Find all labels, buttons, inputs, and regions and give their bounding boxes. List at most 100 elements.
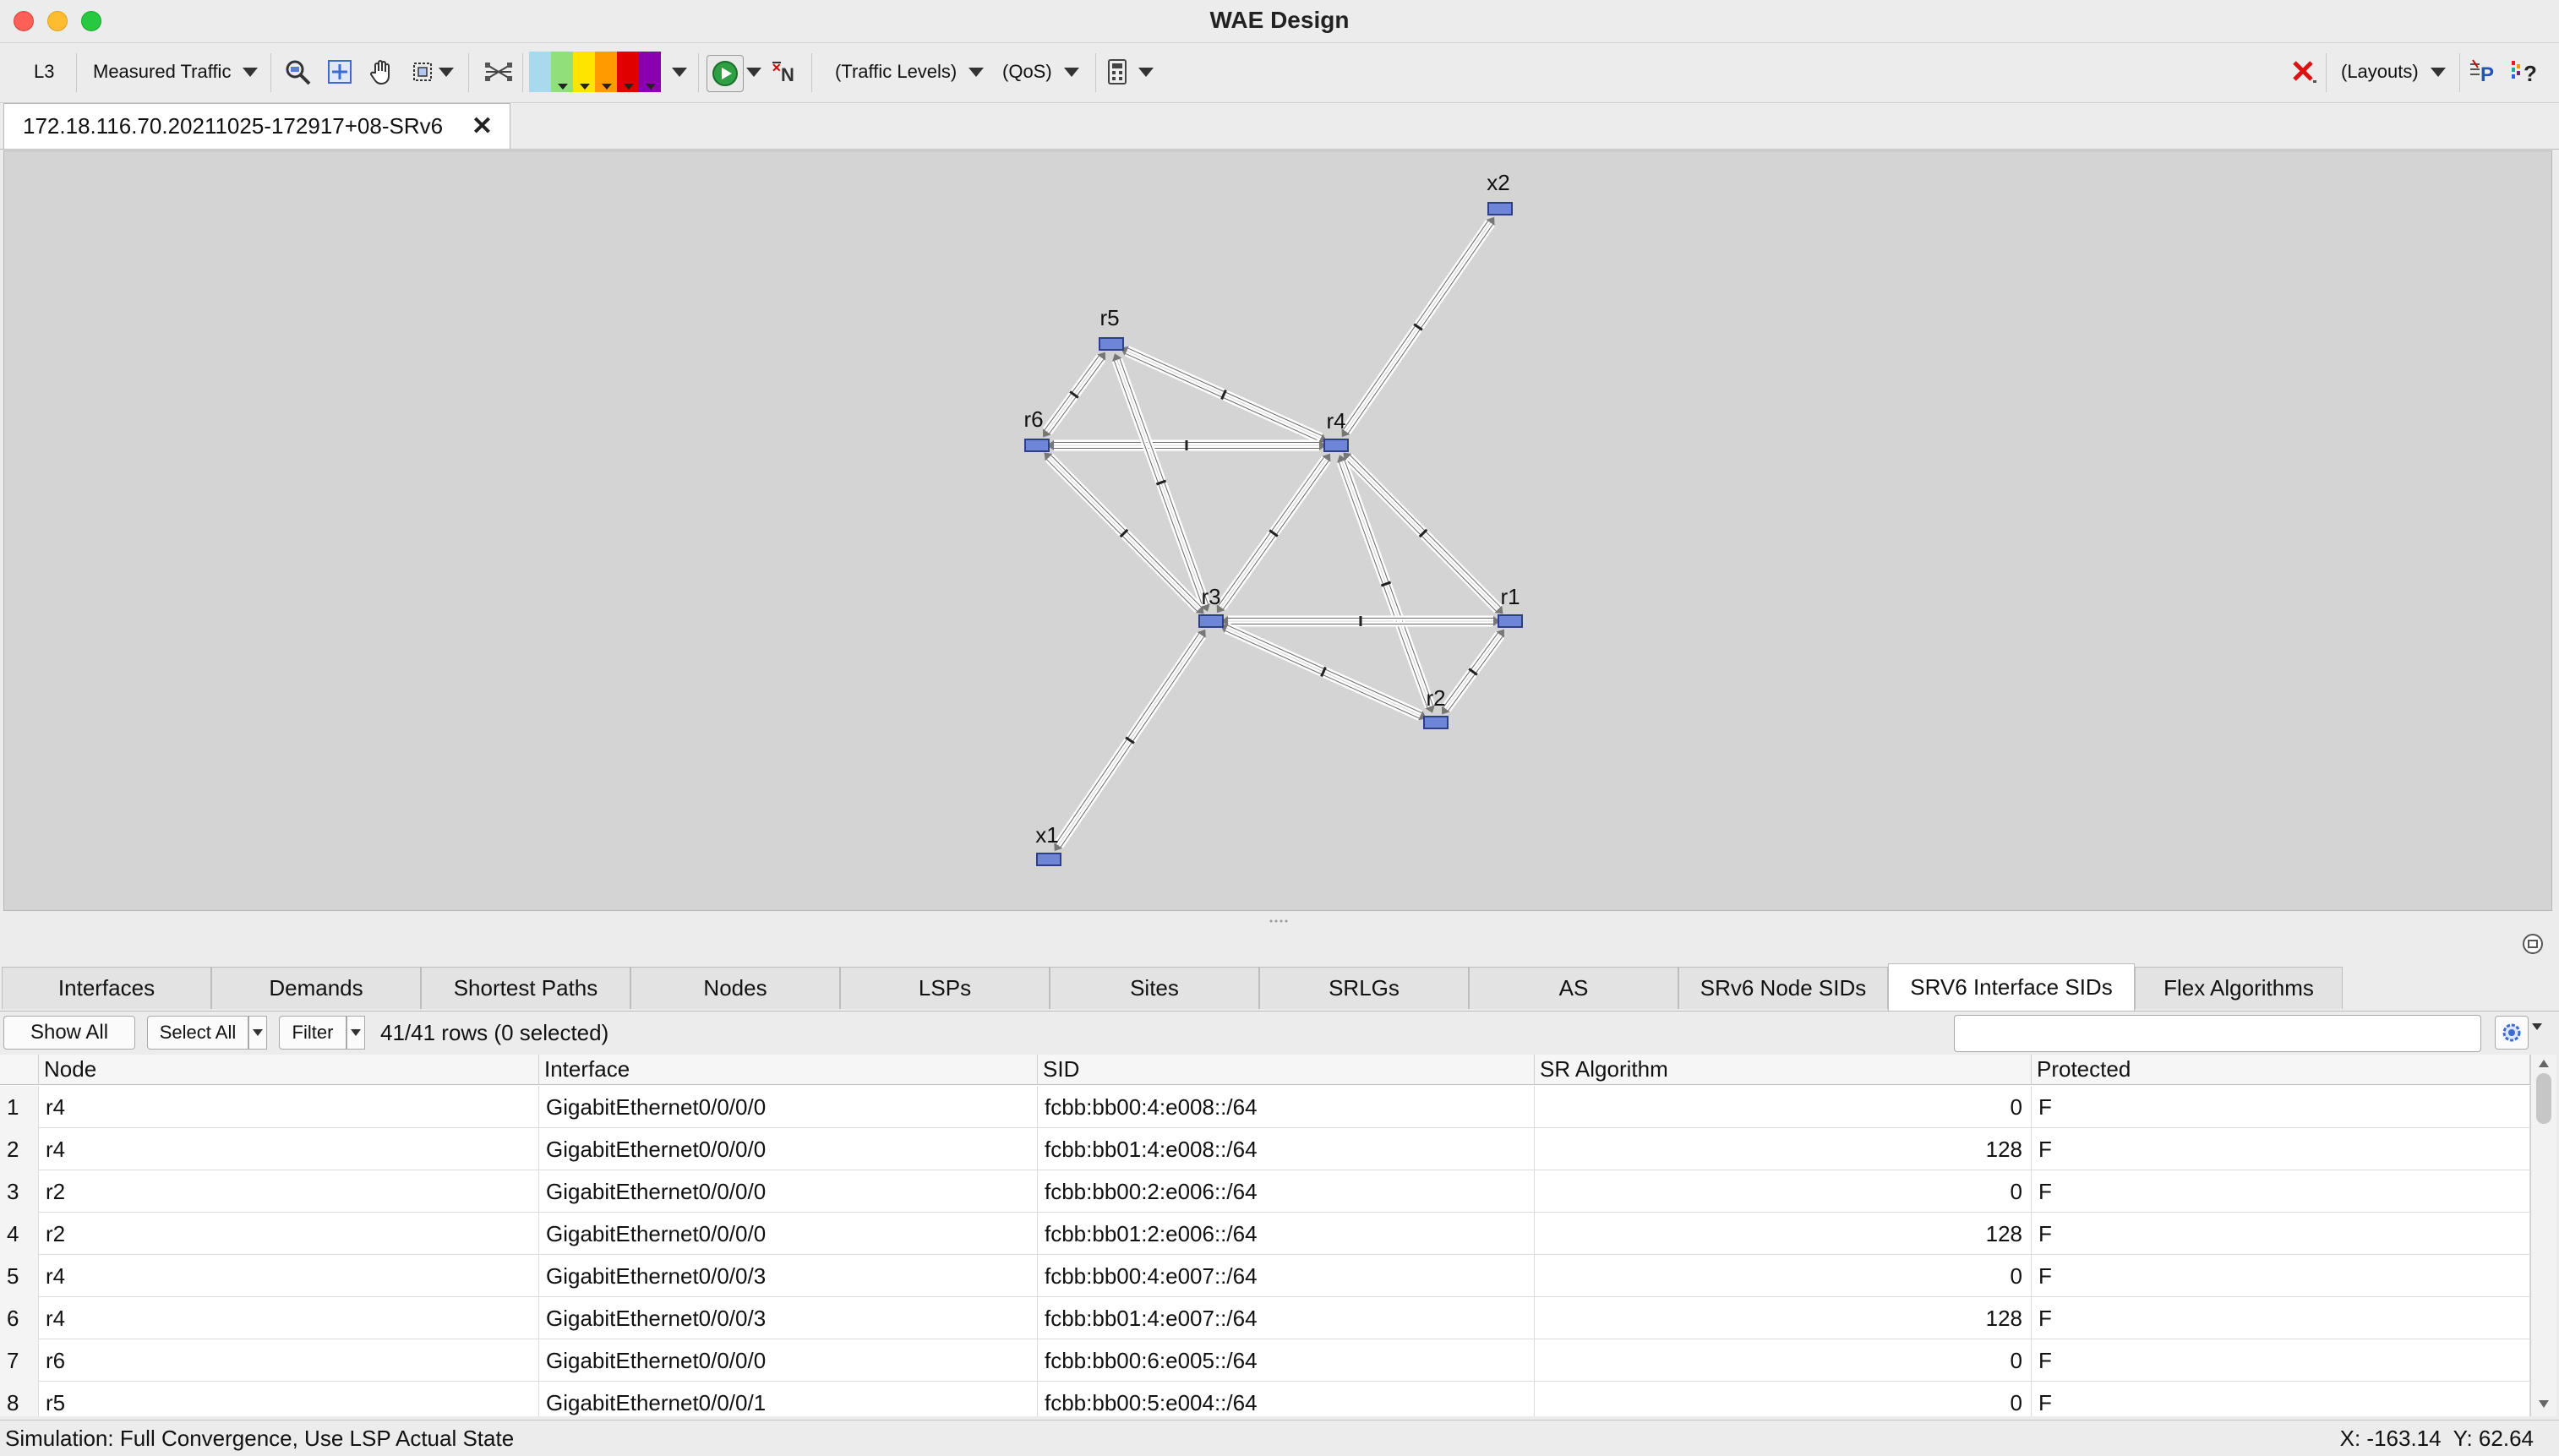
node-x2[interactable]: x2 xyxy=(1487,170,1513,215)
toolbar-divider xyxy=(522,53,523,92)
select-all-button[interactable]: Select All xyxy=(147,1016,248,1050)
help-icon[interactable]: ? xyxy=(2508,55,2542,89)
table-settings-button[interactable] xyxy=(2495,1016,2529,1050)
cell-interface: GigabitEthernet0/0/0/0 xyxy=(539,1339,1038,1382)
tab-label: SRLGs xyxy=(1329,975,1400,1001)
node-x1[interactable]: x1 xyxy=(1035,822,1061,866)
table-row[interactable]: 4 r2 GigabitEthernet0/0/0/0 fcbb:bb01:2:… xyxy=(0,1213,2530,1255)
tab-as[interactable]: AS xyxy=(1469,967,1678,1009)
table-row[interactable]: 8 r5 GigabitEthernet0/0/0/1 fcbb:bb00:5:… xyxy=(0,1382,2530,1416)
table-settings-dropdown[interactable] xyxy=(2532,1023,2542,1030)
table-row[interactable]: 7 r6 GigabitEthernet0/0/0/0 fcbb:bb00:6:… xyxy=(0,1339,2530,1382)
filter-button[interactable]: Filter xyxy=(279,1016,346,1050)
tab-flex-algorithms[interactable]: Flex Algorithms xyxy=(2135,967,2343,1009)
topology-link[interactable] xyxy=(1341,216,1495,438)
color-swatch[interactable] xyxy=(529,52,551,92)
node-r5[interactable]: r5 xyxy=(1099,305,1124,351)
document-tab-label: 172.18.116.70.20211025-172917+08-SRv6 xyxy=(23,113,444,139)
chevron-down-icon xyxy=(672,67,687,77)
column-header-label: Protected xyxy=(2037,1056,2131,1082)
clear-failures-icon[interactable] xyxy=(2287,55,2321,89)
tab-sites[interactable]: Sites xyxy=(1050,967,1259,1009)
column-header-sr-algorithm[interactable]: SR Algorithm xyxy=(1535,1055,2032,1085)
table-row[interactable]: 3 r2 GigabitEthernet0/0/0/0 fcbb:bb00:2:… xyxy=(0,1170,2530,1213)
failure-n-icon[interactable]: ✕ N xyxy=(769,55,803,89)
cell-sid: fcbb:bb00:4:e008::/64 xyxy=(1038,1086,1535,1128)
qos-dropdown[interactable]: (QoS) xyxy=(1002,57,1079,87)
tab-nodes[interactable]: Nodes xyxy=(630,967,840,1009)
cell-node: r6 xyxy=(39,1339,539,1382)
topology-link[interactable] xyxy=(1047,439,1326,451)
cell-sid: fcbb:bb01:2:e006::/64 xyxy=(1038,1213,1535,1255)
topology-link[interactable] xyxy=(1216,453,1331,613)
column-header-protected[interactable]: Protected xyxy=(2032,1055,2530,1085)
tab-interfaces[interactable]: Interfaces xyxy=(2,967,211,1009)
topology-link[interactable] xyxy=(1053,629,1207,852)
tab-label: AS xyxy=(1558,975,1589,1001)
chevron-down-icon xyxy=(746,67,761,77)
topology-link[interactable] xyxy=(1120,346,1328,444)
color-swatches xyxy=(529,52,661,92)
table-row[interactable]: 5 r4 GigabitEthernet0/0/0/3 fcbb:bb00:4:… xyxy=(0,1255,2530,1297)
table-vertical-scrollbar[interactable] xyxy=(2530,1055,2556,1416)
topology-link[interactable] xyxy=(1219,623,1427,721)
select-tool-dropdown[interactable] xyxy=(436,55,456,89)
node-label: x1 xyxy=(1035,822,1058,848)
show-all-button[interactable]: Show All xyxy=(3,1016,135,1050)
close-tab-icon[interactable]: ✕ xyxy=(472,114,493,139)
tab-srv6-interface-sids[interactable]: SRV6 Interface SIDs xyxy=(1888,963,2135,1011)
traffic-dropdown[interactable]: Measured Traffic xyxy=(93,57,259,87)
pan-hand-icon[interactable] xyxy=(365,55,399,89)
topology-link[interactable] xyxy=(1441,629,1505,715)
tab-srlgs[interactable]: SRLGs xyxy=(1259,967,1469,1009)
filter-dropdown[interactable] xyxy=(346,1016,365,1050)
column-header-interface[interactable]: Interface xyxy=(539,1055,1038,1085)
table-tabs: Interfaces Demands Shortest Paths Nodes … xyxy=(0,963,2559,1011)
select-all-dropdown[interactable] xyxy=(248,1016,267,1050)
pane-splitter[interactable] xyxy=(0,913,2559,954)
column-header-node[interactable]: Node xyxy=(39,1055,539,1085)
utilization-color-palette[interactable] xyxy=(529,52,663,92)
scrollbar-thumb[interactable] xyxy=(2536,1073,2551,1124)
layout-grid-icon[interactable] xyxy=(482,55,516,89)
scroll-down-icon[interactable] xyxy=(2538,1399,2550,1410)
topology-link[interactable] xyxy=(1042,352,1106,438)
table-row[interactable]: 2 r4 GigabitEthernet0/0/0/0 fcbb:bb01:4:… xyxy=(0,1128,2530,1170)
table-search-input[interactable] xyxy=(1954,1015,2481,1052)
select-all-label: Select All xyxy=(159,1022,237,1043)
column-header-sid[interactable]: SID xyxy=(1038,1055,1535,1085)
cell-sid: fcbb:bb01:4:e007::/64 xyxy=(1038,1297,1535,1339)
document-tab[interactable]: 172.18.116.70.20211025-172917+08-SRv6 ✕ xyxy=(3,103,510,149)
zoom-search-icon[interactable] xyxy=(281,55,314,89)
cell-interface: GigabitEthernet0/0/0/0 xyxy=(539,1170,1038,1213)
network-plot-canvas[interactable]: x2 r5 r6 r4 r3 r1 r2 x1 xyxy=(3,150,2552,911)
tools-dropdown[interactable] xyxy=(1136,55,1156,89)
scroll-up-icon[interactable] xyxy=(2538,1058,2550,1068)
layer-button[interactable]: L3 xyxy=(34,57,54,87)
row-number: 2 xyxy=(0,1128,39,1170)
table-row[interactable]: 6 r4 GigabitEthernet0/0/0/3 fcbb:bb01:4:… xyxy=(0,1297,2530,1339)
topology-link[interactable] xyxy=(1221,615,1500,627)
layouts-dropdown[interactable]: (Layouts) xyxy=(2341,57,2446,87)
row-number: 3 xyxy=(0,1170,39,1213)
simulation-dropdown[interactable] xyxy=(744,55,764,89)
detach-table-icon[interactable] xyxy=(2522,933,2544,955)
tab-lsps[interactable]: LSPs xyxy=(840,967,1050,1009)
node-r4[interactable]: r4 xyxy=(1323,408,1349,452)
node-r1[interactable]: r1 xyxy=(1498,584,1523,628)
row-number: 1 xyxy=(0,1086,39,1128)
node-r2[interactable]: r2 xyxy=(1423,685,1449,729)
table-row[interactable]: 1 r4 GigabitEthernet0/0/0/0 fcbb:bb00:4:… xyxy=(0,1086,2530,1128)
fit-view-icon[interactable] xyxy=(323,55,357,89)
node-label: r1 xyxy=(1500,584,1520,609)
plan-properties-icon[interactable]: P xyxy=(2466,55,2500,89)
traffic-levels-dropdown[interactable]: (Traffic Levels) xyxy=(835,57,985,87)
tab-label: Flex Algorithms xyxy=(2163,975,2314,1001)
calculator-icon[interactable] xyxy=(1100,55,1134,89)
palette-dropdown[interactable] xyxy=(668,55,691,89)
node-r3[interactable]: r3 xyxy=(1198,584,1224,628)
tab-shortest-paths[interactable]: Shortest Paths xyxy=(421,967,630,1009)
run-simulation-button[interactable] xyxy=(707,55,744,92)
tab-srv6-node-sids[interactable]: SRv6 Node SIDs xyxy=(1678,967,1888,1009)
tab-demands[interactable]: Demands xyxy=(211,967,421,1009)
